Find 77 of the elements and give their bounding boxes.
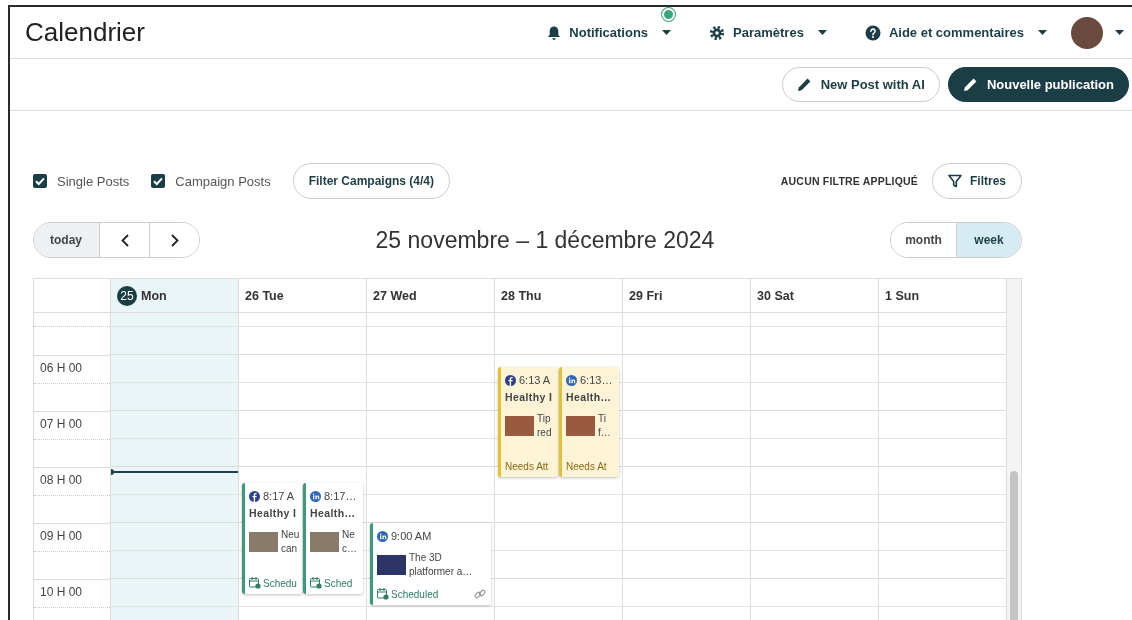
post-title: Healthy I [505, 391, 554, 403]
calendar-icon [310, 577, 322, 589]
gear-icon [709, 24, 726, 41]
photo-placeholder [505, 416, 534, 436]
calendar-icon [377, 588, 389, 600]
checkbox[interactable] [33, 174, 47, 188]
post-card[interactable]: 9:00 AM The 3D platformer a… Scheduled [370, 523, 491, 605]
caret-icon [1038, 30, 1047, 35]
date-range-title: 25 novembre – 1 décembre 2024 [374, 226, 716, 254]
post-excerpt: Neu can [281, 528, 300, 556]
header-menu-button[interactable]: Paramètres [709, 24, 827, 41]
funnel-icon [948, 174, 962, 188]
post-time: 9:00 AM [391, 530, 432, 542]
weekday-label: Mon [141, 288, 167, 303]
hour-label: 06 H 00 [39, 360, 83, 375]
day-column[interactable] [622, 313, 750, 620]
checkbox[interactable] [151, 174, 166, 188]
photo-placeholder [310, 532, 339, 552]
day-column[interactable]: 8:17 A Healthy I Neu can Schedu 8:17… Health… Ne c… Sched [238, 313, 366, 620]
new-publication-button[interactable]: Nouvelle publication [947, 67, 1129, 102]
post-title: Health… [566, 391, 613, 403]
photo-placeholder [377, 555, 406, 575]
filters-button[interactable]: Filtres [932, 163, 1022, 199]
day-column[interactable] [750, 313, 878, 620]
hour-label: 08 H 00 [39, 472, 83, 487]
post-status: Scheduled [391, 588, 439, 600]
view-tab[interactable]: week [956, 223, 1021, 257]
next-button[interactable] [149, 223, 199, 257]
post-card[interactable]: 8:17 A Healthy I Neu can Schedu [242, 483, 302, 594]
checkbox-label: Campaign Posts [175, 173, 271, 189]
post-excerpt: Ti f… [598, 412, 611, 440]
post-excerpt: The 3D platformer a… [409, 551, 473, 579]
day-column[interactable]: 6:13 A Healthy I Tip red Needs Att 6:13… Health… Ti f… Needs At [494, 313, 622, 620]
post-excerpt: Ne c… [342, 528, 357, 556]
post-status: Needs Att [505, 461, 549, 472]
post-title: Health… [310, 507, 357, 519]
today-date-badge: 25 [117, 285, 137, 306]
calendar-icon [249, 577, 261, 589]
filter-status: AUCUN FILTRE APPLIQUÉ [780, 175, 918, 187]
hour-label: 07 H 00 [39, 416, 83, 431]
post-status: Schedu [263, 577, 297, 589]
scrollbar[interactable] [1006, 279, 1021, 620]
day-column[interactable] [878, 313, 1006, 620]
post-time: 6:13… [580, 374, 613, 386]
post-card[interactable]: 6:13… Health… Ti f… Needs At [559, 367, 619, 477]
post-excerpt: Tip red [537, 412, 552, 440]
header-menu-button[interactable]: Notifications [547, 24, 672, 41]
header-menu-button[interactable]: Aide et commentaires [864, 24, 1047, 41]
day-column[interactable] [110, 313, 238, 620]
caret-icon [817, 30, 827, 35]
new-post-ai-button[interactable]: New Post with AI [781, 67, 940, 102]
post-time: 8:17 A [263, 490, 295, 502]
caret-icon [662, 30, 672, 35]
post-time: 6:13 A [519, 374, 551, 386]
bell-icon [547, 24, 562, 41]
avatar[interactable] [1071, 16, 1103, 49]
pencil-icon [962, 77, 978, 92]
hour-label: 10 H 00 [39, 584, 83, 599]
help-icon [864, 24, 881, 41]
post-title: Healthy I [249, 507, 298, 519]
checkbox-label: Single Posts [57, 173, 130, 189]
page-title: Calendrier [25, 17, 146, 48]
post-card[interactable]: 6:13 A Healthy I Tip red Needs Att [498, 367, 558, 477]
post-status: Needs At [566, 461, 607, 472]
today-button[interactable]: today [34, 223, 99, 257]
caret-icon [1115, 30, 1124, 35]
post-time: 8:17… [324, 490, 357, 502]
post-status: Sched [324, 577, 353, 589]
filter-campaigns-button[interactable]: Filter Campaigns (4/4) [292, 163, 451, 199]
post-card[interactable]: 8:17… Health… Ne c… Sched [303, 483, 363, 594]
day-column[interactable]: 9:00 AM The 3D platformer a… Scheduled [366, 313, 494, 620]
chevron-left-icon [120, 233, 129, 247]
pencil-icon [796, 77, 812, 92]
chevron-right-icon [170, 233, 179, 247]
photo-placeholder [249, 532, 278, 552]
hour-label: 09 H 00 [39, 528, 83, 543]
photo-placeholder [566, 416, 595, 436]
